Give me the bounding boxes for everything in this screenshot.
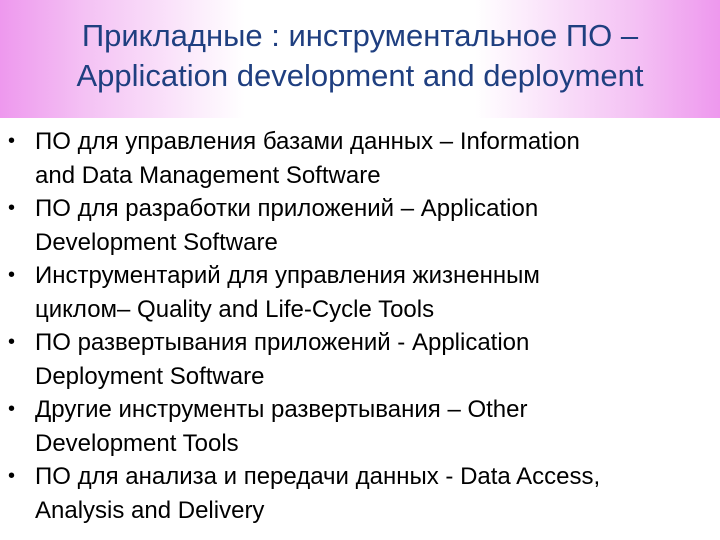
bullet-text: ПО для управления базами данных – Inform… bbox=[35, 125, 713, 192]
bullet-text: Инструментарий для управления жизненным … bbox=[35, 259, 713, 326]
bullet-item: • Другие инструменты развертывания – Oth… bbox=[8, 393, 713, 460]
bullet-text: Другие инструменты развертывания – Other… bbox=[35, 393, 713, 460]
bullet-text-line: Deployment Software bbox=[35, 362, 265, 390]
bullet-text-line: ПО развертывания приложений - Applicatio… bbox=[35, 329, 530, 356]
bullet-text-line: Development Software bbox=[35, 228, 278, 256]
slide-title-line: Прикладные : инструментальное ПО – bbox=[81, 18, 639, 53]
bullet-marker: • bbox=[8, 398, 16, 420]
bullet-text: ПО для анализа и передачи данных - Data … bbox=[35, 460, 713, 527]
bullet-marker: • bbox=[8, 130, 16, 152]
bullet-marker: • bbox=[8, 465, 16, 487]
bullet-text-line: Analysis and Delivery bbox=[35, 496, 265, 524]
bullet-text-line: ПО для управления базами данных – Inform… bbox=[35, 128, 580, 155]
bullet-item: • Инструментарий для управления жизненны… bbox=[8, 259, 713, 326]
bullet-text: ПО развертывания приложений - Applicatio… bbox=[35, 326, 713, 393]
bullet-list: • ПО для управления базами данных – Info… bbox=[8, 125, 713, 527]
bullet-text-line: ПО для разработки приложений – Applicati… bbox=[35, 195, 539, 222]
bullet-text: ПО для разработки приложений – Applicati… bbox=[35, 192, 713, 259]
bullet-marker: • bbox=[8, 197, 16, 219]
bullet-marker: • bbox=[8, 264, 16, 286]
bullet-item: • ПО для разработки приложений – Applica… bbox=[8, 192, 713, 259]
bullet-item: • ПО развертывания приложений - Applicat… bbox=[8, 326, 713, 393]
slide: Прикладные : инструментальное ПО – Appli… bbox=[0, 0, 720, 540]
bullet-item: • ПО для анализа и передачи данных - Dat… bbox=[8, 460, 713, 527]
slide-title-line: Application development and deployment bbox=[76, 58, 644, 93]
bullet-text-line: and Data Management Software bbox=[35, 161, 381, 189]
bullet-marker: • bbox=[8, 331, 16, 353]
bullet-text-line: Development Tools bbox=[35, 429, 239, 457]
bullet-text-line: Инструментарий для управления жизненным bbox=[35, 262, 540, 289]
bullet-text-line: ПО для анализа и передачи данных - Data … bbox=[35, 463, 601, 490]
bullet-text-line: циклом– Quality and Life-Cycle Tools bbox=[35, 295, 435, 323]
bullet-text-line: Другие инструменты развертывания – Other bbox=[35, 396, 528, 423]
bullet-item: • ПО для управления базами данных – Info… bbox=[8, 125, 713, 192]
slide-title: Прикладные : инструментальное ПО – Appli… bbox=[0, 16, 720, 96]
